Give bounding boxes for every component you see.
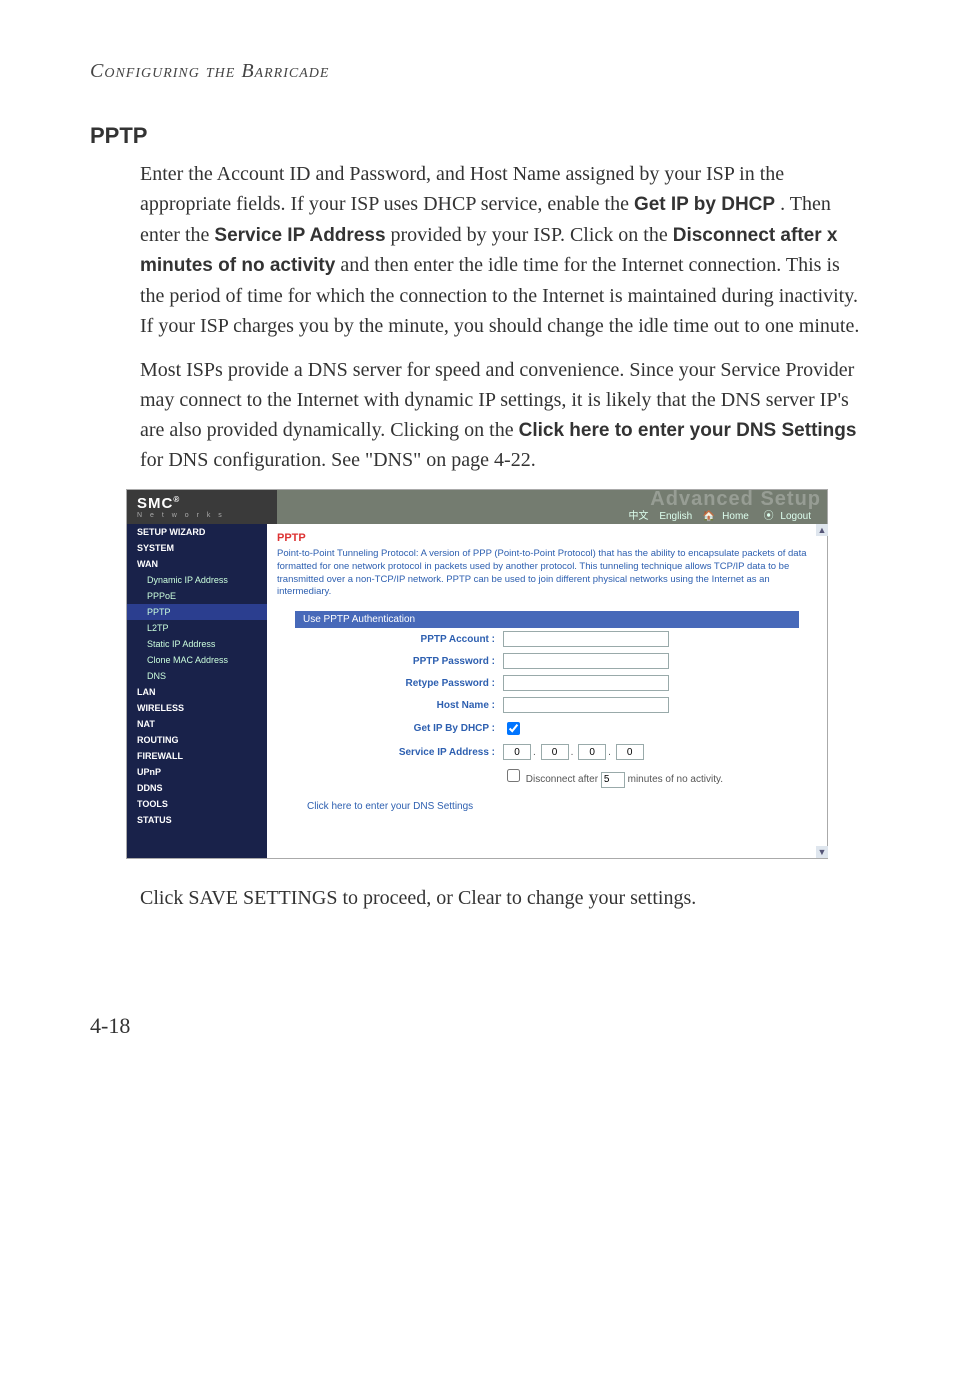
brand-logo: SMC® [137,495,277,512]
after-shot-paragraph: Click SAVE SETTINGS to proceed, or Clear… [140,883,864,913]
paragraph-1: Enter the Account ID and Password, and H… [140,159,864,341]
label-pptp-password: PPTP Password : [295,656,503,667]
after-shot-post: to change your settings. [506,887,696,909]
input-ip-seg1[interactable] [503,744,531,760]
para2-post: for DNS configuration. See "DNS" on page… [140,449,536,471]
sidebar-item-wan[interactable]: WAN [127,556,267,572]
label-host-name: Host Name : [295,700,503,711]
disconnect-pre: Disconnect after [526,774,601,785]
brand-sub: N e t w o r k s [137,512,277,519]
sidebar-item-dynamic-ip[interactable]: Dynamic IP Address [127,572,267,588]
sidebar-item-firewall[interactable]: FIREWALL [127,748,267,764]
sidebar-item-routing[interactable]: ROUTING [127,732,267,748]
header-bar: SMC® N e t w o r k s Advanced Setup 中文 E… [127,490,827,524]
label-get-ip-dhcp: Get IP By DHCP : [295,723,503,734]
sidebar: SETUP WIZARD SYSTEM WAN Dynamic IP Addre… [127,524,267,858]
form-header: Use PPTP Authentication [295,611,799,628]
label-pptp-account: PPTP Account : [295,634,503,645]
section-title: PPTP [90,123,864,149]
input-ip-seg3[interactable] [578,744,606,760]
input-disconnect-minutes[interactable] [601,772,625,788]
dns-settings-link[interactable]: Click here to enter your DNS Settings [307,801,473,812]
header-right: Advanced Setup 中文 English 🏠 Home ⦿ Logou… [277,490,827,524]
sidebar-item-setup-wizard[interactable]: SETUP WIZARD [127,524,267,540]
page-number: 4-18 [90,1013,864,1039]
router-screenshot: SMC® N e t w o r k s Advanced Setup 中文 E… [126,489,828,859]
label-service-ip: Service IP Address : [295,747,503,758]
brand-area: SMC® N e t w o r k s [127,490,277,524]
after-shot-mid: to proceed, or [342,887,458,909]
sidebar-item-pppoe[interactable]: PPPoE [127,588,267,604]
sidebar-item-static-ip[interactable]: Static IP Address [127,636,267,652]
para1-bold1: Get IP by DHCP [634,194,775,215]
sidebar-item-tools[interactable]: TOOLS [127,796,267,812]
disconnect-post: minutes of no activity. [628,774,723,785]
sidebar-item-clone-mac[interactable]: Clone MAC Address [127,652,267,668]
content-title: PPTP [277,532,817,544]
checkbox-disconnect[interactable] [507,769,520,782]
running-head: Configuring the Barricade [90,60,864,83]
ghost-title: Advanced Setup [650,488,821,511]
input-ip-seg4[interactable] [616,744,644,760]
after-shot-b1: SAVE SETTINGS [188,887,337,909]
para1-mid2: provided by your ISP. Click on the [391,224,673,246]
home-link[interactable]: 🏠 Home [703,511,753,522]
pptp-form: Use PPTP Authentication PPTP Account : P… [295,611,799,791]
scroll-down-icon[interactable]: ▼ [816,846,828,858]
disconnect-row: Disconnect after minutes of no activity. [503,766,799,788]
input-ip-seg2[interactable] [541,744,569,760]
sidebar-item-l2tp[interactable]: L2TP [127,620,267,636]
input-retype-password[interactable] [503,675,669,691]
input-pptp-password[interactable] [503,653,669,669]
para1-bold2: Service IP Address [214,225,385,246]
lang-cn-link[interactable]: 中文 [629,511,649,522]
para2-bold1: Click here to enter your DNS Settings [519,420,857,441]
input-host-name[interactable] [503,697,669,713]
sidebar-item-status[interactable]: STATUS [127,812,267,828]
sidebar-item-lan[interactable]: LAN [127,684,267,700]
after-shot-pre: Click [140,887,188,909]
checkbox-get-ip-dhcp[interactable] [507,722,520,735]
logout-link[interactable]: ⦿ Logout [764,511,815,522]
lang-en-link[interactable]: English [659,511,692,522]
label-retype-password: Retype Password : [295,678,503,689]
after-shot-b2: Clear [458,887,501,909]
sidebar-item-system[interactable]: SYSTEM [127,540,267,556]
content-description: Point-to-Point Tunneling Protocol: A ver… [277,548,817,599]
sidebar-item-upnp[interactable]: UPnP [127,764,267,780]
sidebar-item-nat[interactable]: NAT [127,716,267,732]
content-pane: ▲ PPTP Point-to-Point Tunneling Protocol… [267,524,827,858]
sidebar-item-pptp[interactable]: PPTP [127,604,267,620]
sidebar-item-wireless[interactable]: WIRELESS [127,700,267,716]
scroll-up-icon[interactable]: ▲ [816,524,828,536]
sidebar-item-dns[interactable]: DNS [127,668,267,684]
input-pptp-account[interactable] [503,631,669,647]
paragraph-2: Most ISPs provide a DNS server for speed… [140,355,864,476]
sidebar-item-ddns[interactable]: DDNS [127,780,267,796]
